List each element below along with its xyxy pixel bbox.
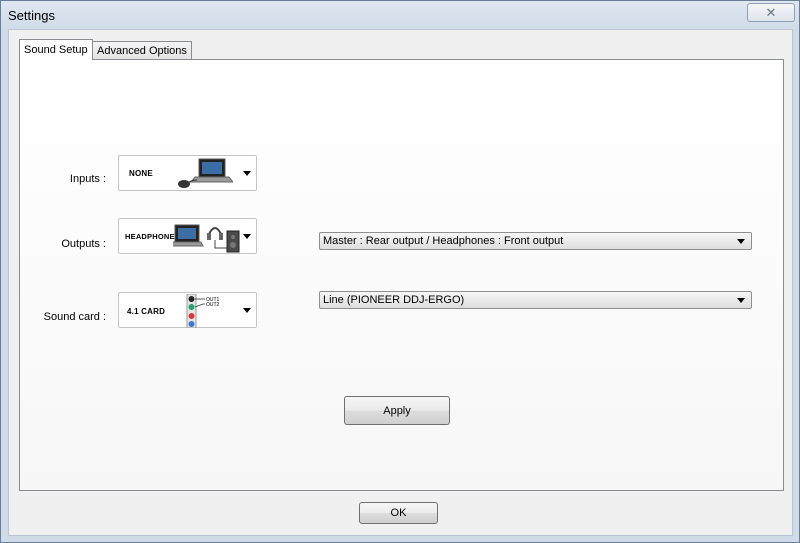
tab-sound-setup[interactable]: Sound Setup [19, 39, 93, 60]
chevron-down-icon [243, 171, 251, 176]
sound-device-value: Line (PIONEER DDJ-ERGO) [323, 294, 465, 306]
outputs-combo[interactable]: HEADPHONES [118, 218, 257, 254]
title-bar: Settings ✕ [1, 1, 799, 29]
close-button[interactable]: ✕ [747, 3, 795, 22]
sound-card-combo[interactable]: 4.1 CARD OUT1 OUT2 [118, 292, 257, 328]
apply-button[interactable]: Apply [344, 396, 450, 425]
tab-advanced-options[interactable]: Advanced Options [92, 41, 192, 60]
jack-label-out2: OUT2 [206, 302, 220, 308]
window-title: Settings [8, 8, 55, 23]
sound-card-selected-value: 4.1 CARD [127, 307, 166, 316]
outputs-label: Outputs : [61, 238, 106, 250]
dialog-client: Sound Setup Advanced Options Inputs : NO… [8, 29, 793, 536]
sound-card-label: Sound card : [43, 311, 106, 323]
outputs-selected-value: HEADPHONES [125, 232, 180, 241]
sound-card-jacks-icon: OUT1 OUT2 [186, 294, 220, 328]
laptop-headphones-speaker-icon [173, 224, 240, 253]
chevron-down-icon [243, 308, 251, 313]
close-icon: ✕ [765, 4, 777, 20]
inputs-selected-value: NONE [129, 169, 153, 178]
output-routing-dropdown[interactable]: Master : Rear output / Headphones : Fron… [319, 232, 752, 250]
tab-label: Sound Setup [24, 44, 88, 56]
chevron-down-icon [737, 239, 745, 244]
inputs-label: Inputs : [69, 173, 106, 185]
inputs-combo[interactable]: NONE [118, 155, 257, 191]
sound-device-dropdown[interactable]: Line (PIONEER DDJ-ERGO) [319, 291, 752, 309]
tab-label: Advanced Options [97, 45, 187, 57]
ok-button[interactable]: OK [359, 502, 438, 524]
output-routing-value: Master : Rear output / Headphones : Fron… [323, 235, 564, 247]
settings-window: Settings ✕ Sound Setup Advanced Options … [0, 0, 800, 543]
laptop-with-mouse-icon [178, 158, 233, 188]
sound-setup-panel: Inputs : NONE Outputs : HEADPHONES Maste… [19, 59, 784, 491]
chevron-down-icon [243, 234, 251, 239]
chevron-down-icon [737, 298, 745, 303]
